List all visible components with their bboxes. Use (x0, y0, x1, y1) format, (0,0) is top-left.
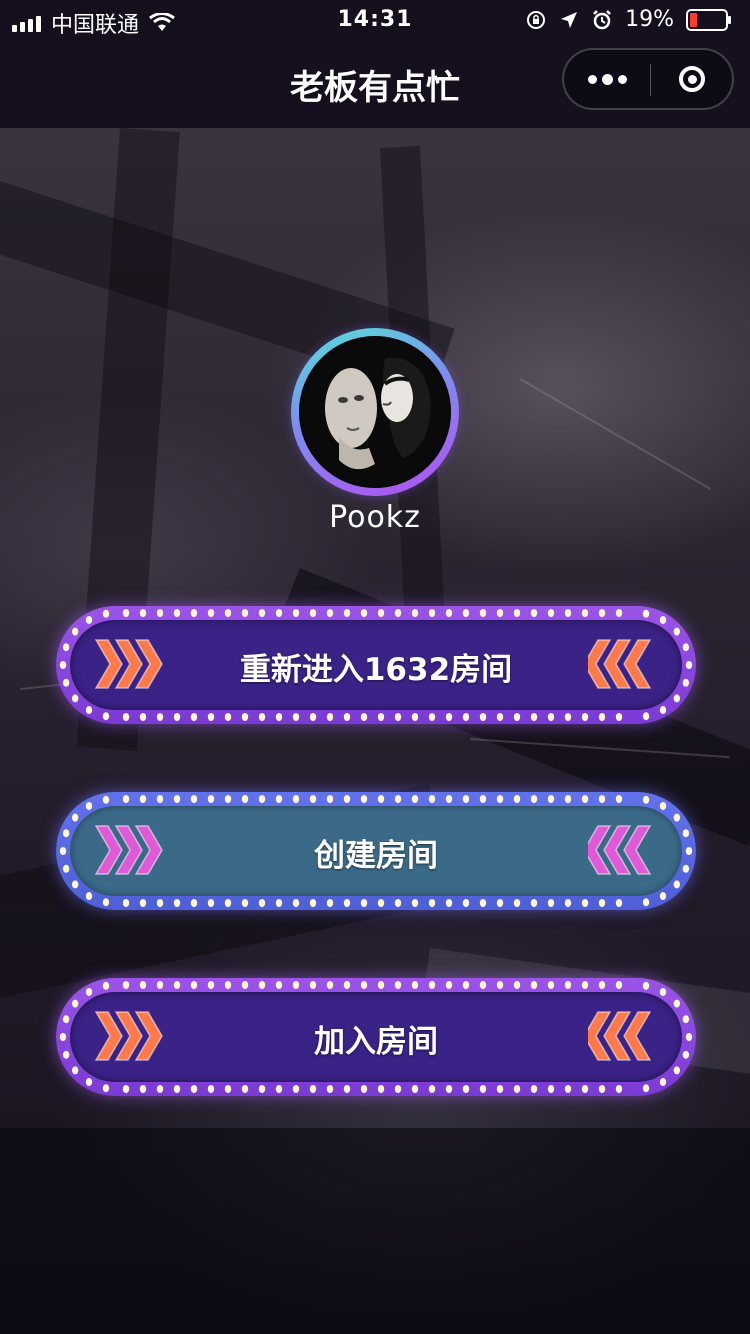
alarm-icon (593, 9, 611, 29)
chevron-stroke (623, 825, 652, 875)
mini-program-capsule (562, 48, 734, 110)
chevron-left-icon (588, 825, 652, 875)
join-room-button[interactable]: 加入房间 (56, 978, 696, 1096)
location-icon (561, 11, 578, 28)
reenter-room-button[interactable]: 重新进入1632房间 (56, 606, 696, 724)
chevron-left-icon (588, 639, 652, 689)
orientation-lock-icon (527, 10, 546, 29)
close-target-icon[interactable] (650, 50, 734, 108)
avatar-ring (291, 328, 459, 496)
chevron-left-icon (588, 1011, 652, 1061)
create-room-button[interactable]: 创建房间 (56, 792, 696, 910)
background-artwork (0, 128, 750, 1334)
more-dots-icon[interactable] (564, 50, 650, 108)
chevron-stroke (623, 1011, 652, 1061)
status-bar: 中国联通 14:31 19% (0, 0, 750, 40)
battery-percent: 19% (625, 7, 674, 32)
chevron-stroke (623, 639, 652, 689)
username: Pookz (329, 500, 421, 535)
avatar[interactable] (299, 336, 451, 488)
battery-icon (686, 8, 731, 31)
nav-bar: 老板有点忙 (0, 40, 750, 128)
